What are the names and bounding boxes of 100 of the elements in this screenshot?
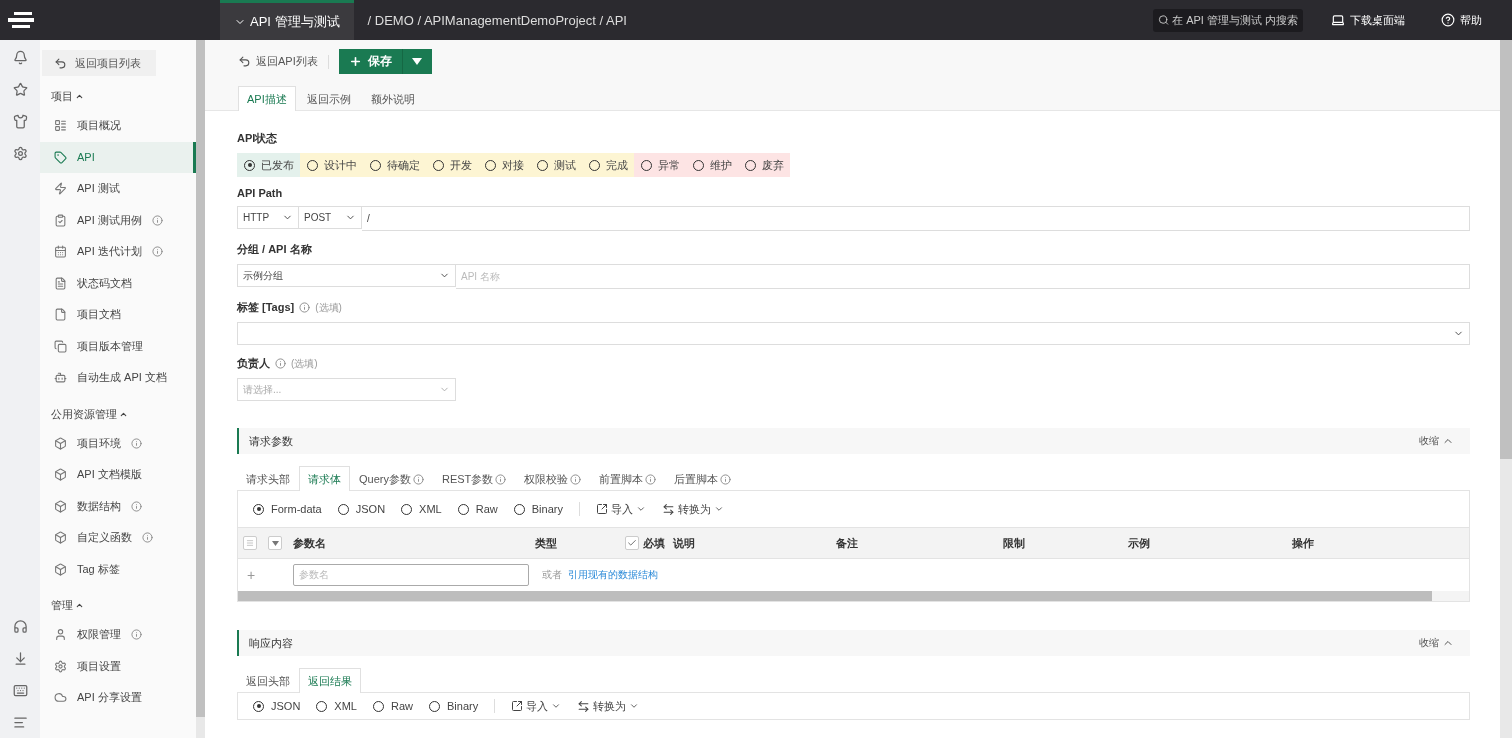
sidebar-item[interactable]: 项目设置 bbox=[40, 650, 196, 682]
search-field[interactable]: 在 API 管理与测试 内搜索 bbox=[1153, 8, 1303, 32]
convert-button[interactable]: 转换为 bbox=[577, 698, 640, 714]
import-button[interactable]: 导入 bbox=[595, 501, 646, 517]
file-icon bbox=[54, 308, 67, 322]
scrollbar-thumb[interactable] bbox=[196, 40, 205, 718]
format-option[interactable]: Binary bbox=[429, 700, 479, 712]
status-option[interactable]: 开发 bbox=[426, 153, 478, 177]
scrollbar-thumb[interactable] bbox=[1500, 40, 1512, 459]
format-option[interactable]: XML bbox=[316, 700, 357, 712]
bell-icon[interactable] bbox=[12, 50, 28, 65]
caret-icon bbox=[551, 701, 562, 711]
convert-button[interactable]: 转换为 bbox=[661, 501, 724, 517]
settings-icon[interactable] bbox=[12, 146, 28, 161]
section-title[interactable]: 管理 bbox=[40, 585, 196, 619]
status-option[interactable]: 完成 bbox=[582, 153, 634, 177]
caret-icon bbox=[412, 58, 423, 65]
sidebar-item[interactable]: 状态码文档 bbox=[40, 267, 196, 299]
back-link[interactable]: 返回API列表 bbox=[238, 54, 318, 69]
reference-link[interactable]: 引用现有的数据结构 bbox=[568, 568, 658, 582]
status-option[interactable]: 设计中 bbox=[300, 153, 363, 177]
optional-hint: (选填) bbox=[291, 356, 318, 371]
swap-icon bbox=[661, 502, 675, 516]
section-title[interactable]: 项目 bbox=[40, 76, 196, 110]
tab[interactable]: 返回结果 bbox=[299, 668, 361, 693]
format-option[interactable]: JSON bbox=[253, 700, 301, 712]
laptop-icon bbox=[1331, 13, 1345, 27]
cube-icon bbox=[54, 562, 67, 576]
tab[interactable]: 请求头部 bbox=[237, 466, 299, 491]
import-button[interactable]: 导入 bbox=[511, 698, 562, 714]
save-menu-button[interactable] bbox=[401, 49, 432, 74]
status-option[interactable]: 对接 bbox=[478, 153, 530, 177]
sidebar-item[interactable]: API 测试用例 bbox=[40, 204, 196, 236]
tab[interactable]: 返回示例 bbox=[297, 86, 360, 111]
checkbox[interactable] bbox=[625, 536, 639, 550]
status-option[interactable]: 已发布 bbox=[237, 153, 300, 177]
module-menu[interactable]: API 管理与测试 bbox=[220, 0, 354, 40]
sidebar-item[interactable]: 项目文档 bbox=[40, 299, 196, 331]
sidebar-item[interactable]: API 迭代计划 bbox=[40, 236, 196, 268]
collapse-button[interactable]: 收缩 bbox=[1413, 635, 1460, 651]
sidebar-item[interactable]: 自动生成 API 文档 bbox=[40, 362, 196, 394]
cloud-icon bbox=[54, 691, 67, 705]
sidebar-item[interactable]: 项目环境 bbox=[40, 427, 196, 459]
status-option[interactable]: 待确定 bbox=[363, 153, 426, 177]
menu-icon[interactable] bbox=[12, 715, 28, 730]
sidebar-item[interactable]: 权限管理 bbox=[40, 619, 196, 651]
sidebar-item[interactable]: Tag 标签 bbox=[40, 553, 196, 585]
section-title[interactable]: 公用资源管理 bbox=[40, 393, 196, 428]
format-label: Binary bbox=[531, 503, 563, 515]
method-select[interactable]: POST bbox=[299, 206, 362, 229]
caret-icon bbox=[713, 504, 724, 514]
headphones-icon[interactable] bbox=[12, 619, 28, 634]
sidebar-item[interactable]: API 测试 bbox=[40, 173, 196, 205]
caret-icon bbox=[75, 601, 84, 610]
undo-icon bbox=[238, 55, 251, 68]
sidebar-item[interactable]: 自定义函数 bbox=[40, 522, 196, 554]
tab[interactable]: 请求体 bbox=[299, 466, 350, 491]
column-header: 必填 bbox=[643, 535, 665, 551]
format-option[interactable]: Raw bbox=[372, 700, 413, 712]
import-icon bbox=[511, 700, 524, 712]
back-button[interactable]: 返回项目列表 bbox=[42, 50, 156, 76]
keyboard-icon[interactable] bbox=[12, 683, 28, 698]
list-icon bbox=[54, 119, 67, 133]
tab[interactable]: 额外说明 bbox=[361, 86, 424, 111]
caret-icon bbox=[271, 540, 279, 546]
format-option[interactable]: JSON bbox=[337, 503, 386, 515]
tab[interactable]: Query参数 bbox=[350, 466, 433, 491]
dropdown-button[interactable] bbox=[268, 536, 282, 550]
plus-icon bbox=[348, 55, 362, 68]
download-link[interactable]: 下载桌面端 bbox=[1325, 11, 1411, 29]
help-link[interactable]: 帮助 bbox=[1435, 11, 1488, 29]
path-input[interactable]: / bbox=[362, 206, 1470, 231]
format-label: XML bbox=[334, 700, 357, 712]
protocol-select[interactable]: HTTP bbox=[237, 206, 299, 229]
tab[interactable]: 权限校验 bbox=[515, 466, 591, 491]
tab[interactable]: REST参数 bbox=[432, 466, 516, 491]
shirt-icon[interactable] bbox=[12, 114, 28, 129]
format-option[interactable]: Raw bbox=[457, 503, 498, 515]
status-option[interactable]: 废弃 bbox=[738, 153, 790, 177]
tab[interactable]: API描述 bbox=[238, 86, 296, 111]
star-icon[interactable] bbox=[12, 82, 28, 97]
format-option[interactable]: XML bbox=[401, 503, 442, 515]
format-option[interactable]: Binary bbox=[513, 503, 563, 515]
tab[interactable]: 后置脚本 bbox=[665, 466, 741, 491]
status-option[interactable]: 异常 bbox=[634, 153, 686, 177]
sidebar-item[interactable]: 项目版本管理 bbox=[40, 330, 196, 362]
status-option[interactable]: 维护 bbox=[686, 153, 738, 177]
sidebar-item[interactable]: API 文档模版 bbox=[40, 459, 196, 491]
sidebar-item[interactable]: API 分享设置 bbox=[40, 682, 196, 714]
collapse-button[interactable]: 收缩 bbox=[1413, 433, 1460, 449]
tab[interactable]: 前置脚本 bbox=[590, 466, 666, 491]
sidebar-item[interactable]: 数据结构 bbox=[40, 490, 196, 522]
format-option[interactable]: Form-data bbox=[253, 503, 322, 515]
field-label: API状态 bbox=[237, 131, 279, 146]
group-select[interactable]: 示例分组 bbox=[237, 264, 456, 287]
sidebar-item[interactable]: API bbox=[40, 141, 196, 173]
scrollbar-thumb[interactable] bbox=[238, 591, 1433, 601]
tab[interactable]: 返回头部 bbox=[237, 668, 299, 693]
status-option[interactable]: 测试 bbox=[530, 153, 582, 177]
sidebar-item[interactable]: 项目概况 bbox=[40, 110, 196, 142]
